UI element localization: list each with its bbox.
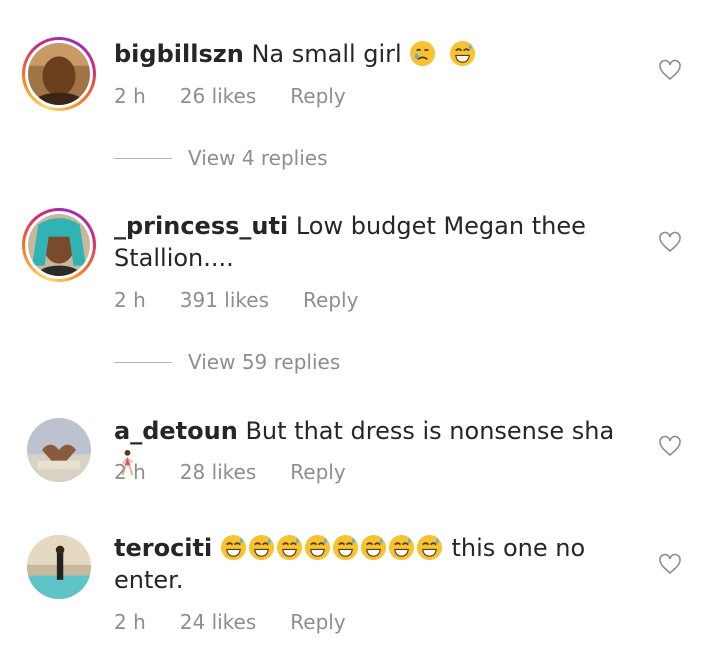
comment-body: Na small girl	[251, 40, 402, 68]
comment-username[interactable]: terociti	[114, 534, 212, 562]
comment-meta: 2 h 26 likes Reply	[114, 84, 346, 108]
crying-face-emoji	[409, 40, 441, 68]
grinning-sweat-emoji	[416, 534, 444, 562]
view-replies-label: View 59 replies	[188, 350, 341, 374]
comment-text: _princess_uti Low budget Megan thee Stal…	[114, 210, 634, 274]
view-replies-button[interactable]: View 59 replies	[114, 350, 340, 374]
comment-time: 2 h	[114, 288, 146, 312]
comment-meta: 2 h 28 likes Reply	[114, 460, 346, 484]
avatar[interactable]	[27, 535, 91, 599]
heart-outline-icon[interactable]	[658, 552, 682, 576]
grinning-sweat-emoji	[304, 534, 332, 562]
reply-button[interactable]: Reply	[290, 610, 345, 634]
comment-likes[interactable]: 391 likes	[180, 288, 269, 312]
comment-username[interactable]: _princess_uti	[114, 212, 288, 240]
grinning-sweat-emoji	[441, 40, 481, 68]
comment-text: bigbillszn Na small girl	[114, 38, 634, 70]
view-replies-button[interactable]: View 4 replies	[114, 146, 328, 170]
grinning-sweat-emoji	[248, 534, 276, 562]
replies-divider	[114, 361, 172, 363]
comment-likes[interactable]: 24 likes	[180, 610, 257, 634]
comment-meta: 2 h 24 likes Reply	[114, 610, 346, 634]
grinning-sweat-emoji	[388, 534, 416, 562]
comment-likes[interactable]: 28 likes	[180, 460, 257, 484]
avatar[interactable]	[27, 418, 91, 482]
comment-username[interactable]: bigbillszn	[114, 40, 244, 68]
comment-time: 2 h	[114, 84, 146, 108]
grinning-sweat-emoji	[360, 534, 388, 562]
avatar[interactable]	[22, 37, 96, 111]
reply-button[interactable]: Reply	[303, 288, 358, 312]
view-replies-label: View 4 replies	[188, 146, 328, 170]
comment-time: 2 h	[114, 610, 146, 634]
grinning-sweat-emoji	[276, 534, 304, 562]
grinning-sweat-emoji-group	[220, 534, 444, 562]
replies-divider	[114, 157, 172, 159]
comment-username[interactable]: a_detoun	[114, 417, 238, 445]
heart-outline-icon[interactable]	[658, 434, 682, 458]
comment-time: 2 h	[114, 460, 146, 484]
heart-outline-icon[interactable]	[658, 58, 682, 82]
grinning-sweat-emoji	[332, 534, 360, 562]
comment-likes[interactable]: 26 likes	[180, 84, 257, 108]
comment-body: But that dress is nonsense sha	[245, 417, 615, 445]
comment-text: terociti this one no enter.	[114, 532, 634, 596]
avatar[interactable]	[22, 208, 96, 282]
comment-meta: 2 h 391 likes Reply	[114, 288, 358, 312]
reply-button[interactable]: Reply	[290, 84, 345, 108]
reply-button[interactable]: Reply	[290, 460, 345, 484]
grinning-sweat-emoji	[220, 534, 248, 562]
heart-outline-icon[interactable]	[658, 230, 682, 254]
